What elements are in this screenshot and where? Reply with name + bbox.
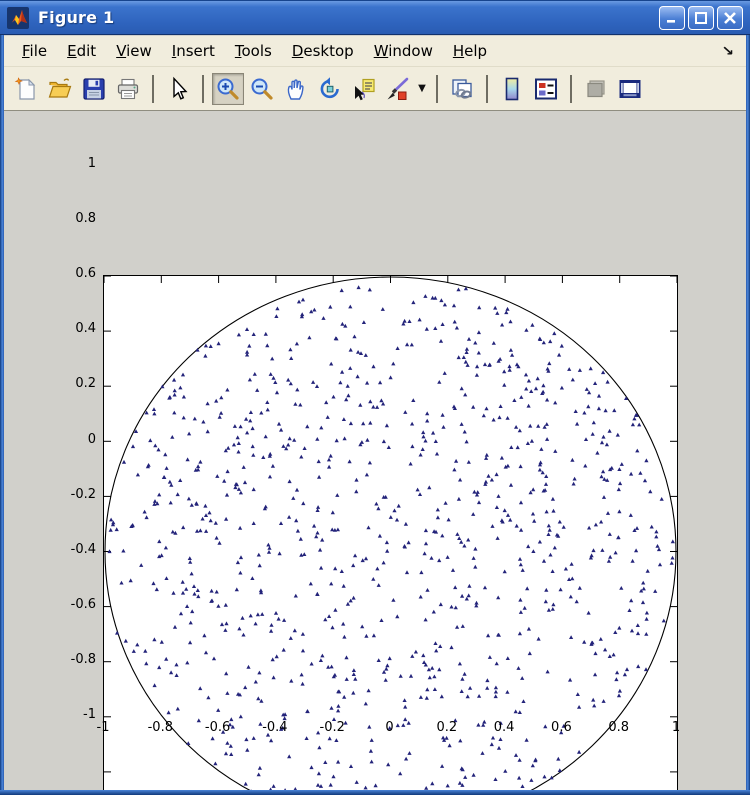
dock-figure-arrow-icon[interactable]: ↘ — [721, 43, 734, 59]
titlebar: Figure 1 — [0, 0, 750, 35]
menu-view[interactable]: View — [106, 38, 162, 64]
close-button[interactable] — [717, 6, 743, 30]
plot-axes[interactable] — [103, 275, 678, 795]
window-controls — [659, 6, 743, 30]
arrow-pointer-icon — [165, 76, 191, 102]
window-border-left — [0, 35, 4, 795]
minimize-button[interactable] — [659, 6, 685, 30]
y-tick-label: 0.8 — [52, 211, 96, 226]
y-tick-label: 0.4 — [52, 321, 96, 336]
show-plot-tools-dock-icon — [617, 76, 643, 102]
maximize-button[interactable] — [688, 6, 714, 30]
menu-desktop[interactable]: Desktop — [282, 38, 364, 64]
menu-tools[interactable]: Tools — [225, 38, 282, 64]
zoom-in-icon — [215, 76, 241, 102]
scatter-plot[interactable] — [104, 276, 677, 795]
figure-toolbar: ▼ — [4, 67, 746, 111]
maximize-icon — [694, 12, 708, 24]
zoom-in-button[interactable] — [212, 73, 244, 105]
y-tick-label: 0 — [52, 432, 96, 447]
hide-plot-tools-button[interactable] — [580, 73, 612, 105]
menu-window[interactable]: Window — [364, 38, 443, 64]
open-file-button[interactable] — [44, 73, 76, 105]
toolbar-separator — [486, 75, 488, 103]
y-tick-label: -0.4 — [52, 542, 96, 557]
colorbar-icon — [499, 76, 525, 102]
insert-legend-button[interactable] — [530, 73, 562, 105]
menubar: File Edit View Insert Tools Desktop Wind… — [4, 36, 746, 67]
new-document-icon — [13, 76, 39, 102]
save-floppy-icon — [81, 76, 107, 102]
figure-window: Figure 1 File Edit View Insert Tools Des… — [0, 0, 750, 795]
zoom-out-icon — [249, 76, 275, 102]
matlab-logo-icon — [7, 7, 29, 29]
y-tick-label: -0.2 — [52, 487, 96, 502]
legend-icon — [533, 76, 559, 102]
print-figure-button[interactable] — [112, 73, 144, 105]
save-figure-button[interactable] — [78, 73, 110, 105]
new-figure-button[interactable] — [10, 73, 42, 105]
scatter-points — [107, 285, 675, 795]
show-plot-tools-dock-button[interactable] — [614, 73, 646, 105]
window-border-right — [746, 35, 750, 795]
window-border-bottom — [0, 790, 750, 795]
zoom-out-button[interactable] — [246, 73, 278, 105]
toolbar-separator — [202, 75, 204, 103]
figure-canvas: 10.80.60.40.20-0.2-0.4-0.6-0.8-1-1-0.8-0… — [0, 111, 750, 795]
insert-colorbar-button[interactable] — [496, 73, 528, 105]
menu-insert[interactable]: Insert — [162, 38, 225, 64]
toolbar-separator — [570, 75, 572, 103]
close-icon — [723, 12, 737, 24]
hand-pan-icon — [283, 76, 309, 102]
pointer-tool-button[interactable] — [162, 73, 194, 105]
hide-plot-tools-icon — [583, 76, 609, 102]
menu-file[interactable]: File — [12, 38, 57, 64]
menu-edit[interactable]: Edit — [57, 38, 106, 64]
rotate-3d-icon — [317, 76, 343, 102]
brush-button[interactable] — [382, 73, 414, 105]
link-plot-icon — [449, 76, 475, 102]
printer-icon — [115, 76, 141, 102]
y-tick-label: 0.2 — [52, 376, 96, 391]
rotate-3d-button[interactable] — [314, 73, 346, 105]
toolbar-separator — [436, 75, 438, 103]
y-tick-label: -1 — [52, 707, 96, 722]
minimize-icon — [665, 12, 679, 24]
data-cursor-button[interactable] — [348, 73, 380, 105]
data-cursor-icon — [351, 76, 377, 102]
y-tick-label: -0.8 — [52, 652, 96, 667]
open-folder-icon — [47, 76, 73, 102]
y-tick-label: -0.6 — [52, 597, 96, 612]
toolbar-separator — [152, 75, 154, 103]
brush-icon — [385, 76, 411, 102]
window-title: Figure 1 — [38, 8, 114, 27]
y-tick-label: 0.6 — [52, 266, 96, 281]
link-plot-button[interactable] — [446, 73, 478, 105]
pan-button[interactable] — [280, 73, 312, 105]
brush-dropdown-caret-icon[interactable]: ▼ — [415, 73, 429, 105]
y-tick-label: 1 — [52, 156, 96, 171]
menu-help[interactable]: Help — [443, 38, 497, 64]
